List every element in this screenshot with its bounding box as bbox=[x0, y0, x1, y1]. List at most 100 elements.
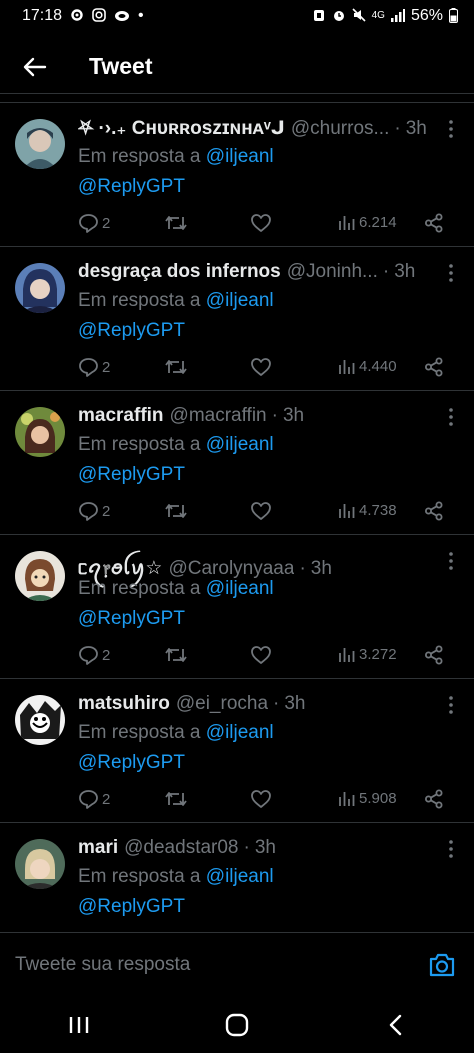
like-button[interactable] bbox=[250, 357, 272, 377]
like-button[interactable] bbox=[250, 213, 272, 233]
reply-button[interactable]: 2 bbox=[78, 789, 110, 809]
share-button[interactable] bbox=[424, 789, 444, 809]
reply-input[interactable]: Tweete sua resposta bbox=[15, 954, 428, 976]
back-button[interactable] bbox=[13, 45, 57, 89]
like-button[interactable] bbox=[250, 789, 272, 809]
views-button[interactable]: 4.738 bbox=[338, 501, 397, 519]
camera-button[interactable] bbox=[428, 952, 456, 978]
heart-icon bbox=[251, 646, 271, 664]
share-button[interactable] bbox=[424, 645, 444, 665]
retweet-button[interactable] bbox=[164, 501, 188, 521]
retweet-button[interactable] bbox=[164, 645, 188, 665]
camera-icon bbox=[429, 953, 455, 976]
back-nav-button[interactable] bbox=[365, 1005, 425, 1045]
like-button[interactable] bbox=[250, 645, 272, 665]
tweet-text-mention[interactable]: @ReplyGPT bbox=[78, 464, 185, 486]
tweet-actions: 2 4.738 bbox=[78, 501, 458, 525]
reply-tweet[interactable]: matsuhiro @ei_rocha · 3h Em resposta a @… bbox=[0, 679, 474, 823]
reply-button[interactable]: 2 bbox=[78, 357, 110, 377]
timestamp[interactable]: 3h bbox=[255, 837, 276, 859]
user-handle[interactable]: @churros... bbox=[291, 118, 389, 140]
views-count: 4.440 bbox=[359, 357, 397, 375]
reply-tweet[interactable]: mari @deadstar08 · 3h Em resposta a @ilj… bbox=[0, 823, 474, 932]
recent-apps-button[interactable] bbox=[49, 1005, 109, 1045]
avatar[interactable] bbox=[15, 119, 65, 169]
mention-link[interactable]: @iljeanl bbox=[206, 146, 274, 167]
reply-tweet[interactable]: desgraça dos infernos @Joninh... · 3h Em… bbox=[0, 247, 474, 391]
reply-button[interactable]: 2 bbox=[78, 645, 110, 665]
avatar[interactable] bbox=[15, 551, 65, 601]
retweet-icon bbox=[165, 648, 187, 662]
replying-to-label: Em resposta a bbox=[78, 434, 201, 455]
avatar[interactable] bbox=[15, 407, 65, 457]
display-name[interactable]: macraffin bbox=[78, 405, 164, 427]
system-nav-bar bbox=[0, 996, 474, 1053]
mention-link[interactable]: @iljeanl bbox=[206, 866, 274, 887]
user-handle[interactable]: @deadstar08 bbox=[124, 837, 238, 859]
arrow-left-icon bbox=[23, 57, 47, 76]
timestamp[interactable]: 3h bbox=[283, 405, 304, 427]
tweet-text-mention[interactable]: @ReplyGPT bbox=[78, 896, 185, 918]
display-name[interactable]: matsuhiro bbox=[78, 693, 170, 715]
mention-link[interactable]: @iljeanl bbox=[206, 434, 274, 455]
display-name[interactable]: desgraça dos infernos bbox=[78, 261, 281, 283]
replies-feed[interactable]: ⛧ ·›.₊ Cʜᴜʀʀᴏsᴢɪɴʜᴀᵛᒍ @churros... · 3h E… bbox=[0, 102, 474, 932]
retweet-icon bbox=[165, 360, 187, 374]
tweet-header: macraffin @macraffin · 3h bbox=[78, 405, 434, 427]
heart-icon bbox=[251, 502, 271, 520]
views-button[interactable]: 4.440 bbox=[338, 357, 397, 375]
tweet-actions: 2 4.440 bbox=[78, 357, 458, 381]
share-button[interactable] bbox=[424, 357, 444, 377]
tweet-text-mention[interactable]: @ReplyGPT bbox=[78, 752, 185, 774]
avatar[interactable] bbox=[15, 695, 65, 745]
more-options-button[interactable] bbox=[442, 693, 460, 717]
replying-to: Em resposta a @iljeanl bbox=[78, 722, 274, 744]
more-options-button[interactable] bbox=[442, 549, 460, 573]
user-handle[interactable]: @ei_rocha bbox=[176, 693, 268, 715]
retweet-button[interactable] bbox=[164, 357, 188, 377]
replying-to: Em resposta a @iljeanl bbox=[78, 146, 274, 168]
more-options-button[interactable] bbox=[442, 261, 460, 285]
reply-tweet[interactable]: ⛧ ·›.₊ Cʜᴜʀʀᴏsᴢɪɴʜᴀᵛᒍ @churros... · 3h E… bbox=[0, 103, 474, 247]
share-button[interactable] bbox=[424, 501, 444, 521]
share-icon bbox=[425, 501, 443, 521]
retweet-button[interactable] bbox=[164, 213, 188, 233]
home-button[interactable] bbox=[207, 1005, 267, 1045]
reply-icon bbox=[79, 358, 98, 377]
reply-tweet[interactable]: macraffin @macraffin · 3h Em resposta a … bbox=[0, 391, 474, 535]
timestamp[interactable]: 3h bbox=[394, 261, 415, 283]
replying-to-label: Em resposta a bbox=[78, 866, 201, 887]
tweet-text-mention[interactable]: @ReplyGPT bbox=[78, 176, 185, 198]
views-button[interactable]: 5.908 bbox=[338, 789, 397, 807]
recent-apps-icon bbox=[69, 1016, 89, 1033]
tweet-header: desgraça dos infernos @Joninh... · 3h bbox=[78, 261, 434, 283]
avatar[interactable] bbox=[15, 839, 65, 889]
reply-button[interactable]: 2 bbox=[78, 501, 110, 521]
tweet-text-mention[interactable]: @ReplyGPT bbox=[78, 320, 185, 342]
user-handle[interactable]: @macraffin bbox=[170, 405, 267, 427]
timestamp[interactable]: 3h bbox=[406, 118, 427, 140]
timestamp[interactable]: 3h bbox=[311, 558, 332, 580]
tweet-actions: 2 3.272 bbox=[78, 645, 458, 669]
mention-link[interactable]: @iljeanl bbox=[206, 578, 274, 599]
display-name[interactable]: ⛧ ·›.₊ Cʜᴜʀʀᴏsᴢɪɴʜᴀᵛᒍ bbox=[78, 117, 285, 140]
tweet-header: ⛧ ·›.₊ Cʜᴜʀʀᴏsᴢɪɴʜᴀᵛᒍ @churros... · 3h bbox=[78, 117, 434, 140]
more-options-button[interactable] bbox=[442, 117, 460, 141]
views-button[interactable]: 6.214 bbox=[338, 213, 397, 231]
reply-tweet[interactable]: ᥴꪖ᥅ꪮꪶꪗ☆ @Carolynyaaa · 3h Em resposta a … bbox=[0, 535, 474, 679]
like-button[interactable] bbox=[250, 501, 272, 521]
retweet-button[interactable] bbox=[164, 789, 188, 809]
more-options-button[interactable] bbox=[442, 405, 460, 429]
share-button[interactable] bbox=[424, 213, 444, 233]
more-options-button[interactable] bbox=[442, 837, 460, 861]
views-button[interactable]: 3.272 bbox=[338, 645, 397, 663]
avatar[interactable] bbox=[15, 263, 65, 313]
user-handle[interactable]: @Carolynyaaa bbox=[168, 558, 294, 580]
timestamp[interactable]: 3h bbox=[284, 693, 305, 715]
tweet-text-mention[interactable]: @ReplyGPT bbox=[78, 608, 185, 630]
mention-link[interactable]: @iljeanl bbox=[206, 722, 274, 743]
reply-button[interactable]: 2 bbox=[78, 213, 110, 233]
display-name[interactable]: mari bbox=[78, 837, 118, 859]
user-handle[interactable]: @Joninh... bbox=[287, 261, 378, 283]
mention-link[interactable]: @iljeanl bbox=[206, 290, 274, 311]
